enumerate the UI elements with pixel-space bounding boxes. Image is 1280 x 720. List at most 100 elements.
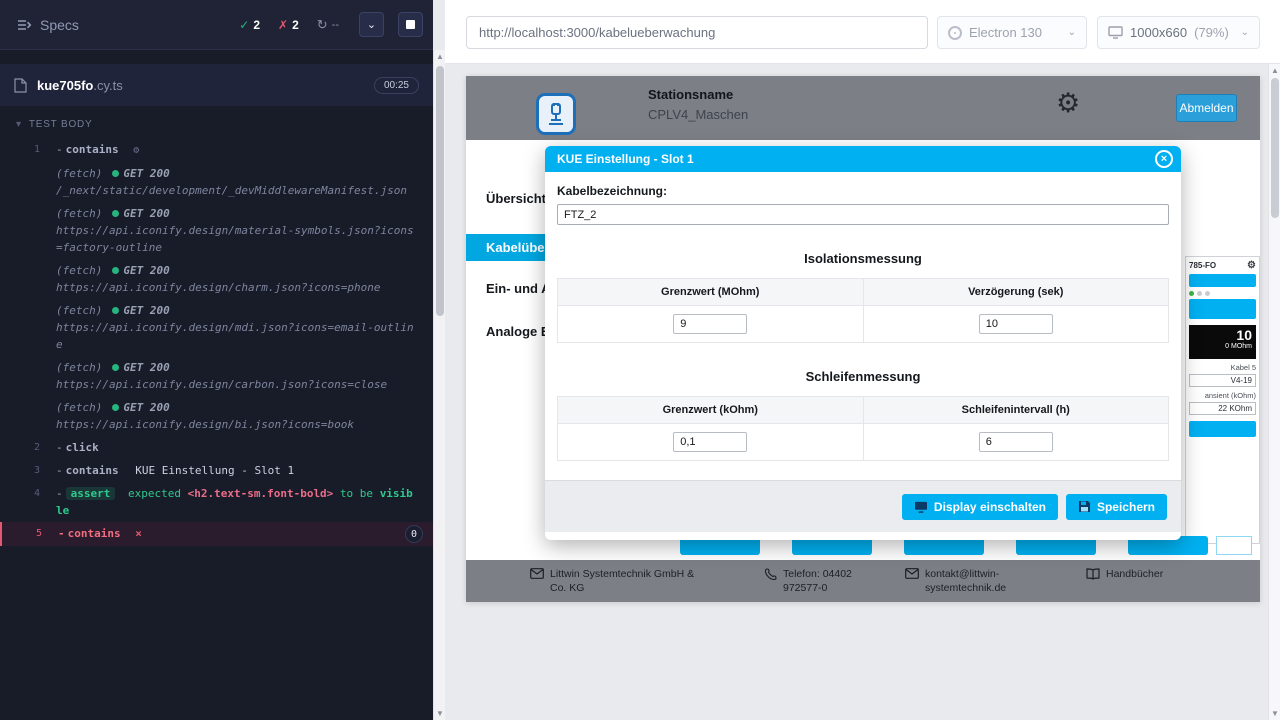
caret-down-icon: ▾	[16, 119, 22, 130]
browser-name: Electron 130	[969, 25, 1042, 40]
display-on-button[interactable]: Display einschalten	[902, 494, 1058, 520]
command-log: 1 -contains ⚙ (fetch)GET 200 /_next/stat…	[0, 138, 433, 546]
logout-button[interactable]: Abmelden	[1176, 94, 1237, 122]
assert-badge: assert	[66, 487, 116, 500]
display-icon	[914, 501, 928, 513]
footer-phone: Telefon: 04402 972577-0	[765, 567, 887, 595]
url-input[interactable]	[466, 16, 928, 49]
mail-icon	[905, 568, 919, 579]
grenzwert-kohm-input[interactable]	[673, 432, 747, 452]
specs-title: Specs	[40, 17, 79, 33]
viewport-size: 1000x660	[1130, 25, 1187, 40]
book-icon	[1086, 568, 1100, 580]
isolation-table: Grenzwert (MOhm) Verzögerung (sek)	[557, 278, 1169, 343]
stat-passed: ✓ 2	[233, 15, 266, 35]
reporter-scrollbar[interactable]: ▲ ▼	[433, 50, 445, 720]
browser-select[interactable]: Electron 130 ⌄	[937, 16, 1087, 49]
fetch-row[interactable]: (fetch)GET 200 https://api.iconify.desig…	[0, 356, 433, 396]
floppy-icon	[1078, 500, 1091, 513]
scroll-down-icon[interactable]: ▼	[1269, 709, 1280, 718]
verzoegerung-input[interactable]	[979, 314, 1053, 334]
fetch-row[interactable]: (fetch)GET 200 https://api.iconify.desig…	[0, 299, 433, 356]
command-row-contains-failed[interactable]: 5 -contains × 0	[0, 522, 433, 546]
stop-button[interactable]	[398, 12, 423, 37]
schleifen-table: Grenzwert (kOhm) Schleifenintervall (h)	[557, 396, 1169, 461]
command-row-click[interactable]: 2 -click	[0, 436, 433, 459]
scrollbar-thumb[interactable]	[1271, 78, 1279, 218]
footer-company: Littwin Systemtechnik GmbH & Co. KG	[530, 567, 705, 595]
success-dot-icon	[112, 267, 119, 274]
col-schleifenintervall: Schleifenintervall (h)	[863, 397, 1169, 424]
command-row-contains-2[interactable]: 3 -contains KUE Einstellung - Slot 1	[0, 459, 433, 482]
modal-header: KUE Einstellung - Slot 1 ×	[545, 146, 1181, 172]
reporter-header: Specs ✓ 2 ✗ 2 ↻ -- ⌄	[0, 0, 433, 50]
slot-bar	[1189, 299, 1256, 319]
spec-file-row[interactable]: kue705fo.cy.ts 00:25	[0, 64, 433, 106]
success-dot-icon	[112, 307, 119, 314]
test-body-label: TEST BODY	[29, 119, 93, 130]
cable-name-input[interactable]	[557, 204, 1169, 225]
retry-count-badge: 0	[405, 525, 423, 543]
chevron-down-icon: ⌄	[1241, 27, 1249, 38]
cypress-reporter: Specs ✓ 2 ✗ 2 ↻ -- ⌄	[0, 0, 433, 720]
stat-pending: ↻ --	[311, 14, 345, 36]
close-icon[interactable]: ×	[1155, 150, 1173, 168]
save-button[interactable]: Speichern	[1066, 494, 1167, 520]
monitor-icon	[1108, 26, 1123, 39]
success-dot-icon	[112, 170, 119, 177]
slot-gear-icon[interactable]: ⚙	[1247, 260, 1256, 271]
led-gray	[1205, 291, 1210, 296]
littwin-logo	[536, 93, 576, 135]
modal-body: Kabelbezeichnung: Isolationsmessung Gren…	[545, 172, 1181, 461]
nav-item-uebersicht[interactable]: Übersicht	[486, 191, 546, 206]
slot-title: 785-FO	[1189, 261, 1216, 270]
success-dot-icon	[112, 364, 119, 371]
spec-name: kue705fo.cy.ts	[37, 78, 123, 93]
grenzwert-mohm-input[interactable]	[673, 314, 747, 334]
assert-selector: <h2.text-sm.font-bold>	[188, 487, 334, 500]
slot-value-box: 22 KOhm	[1189, 402, 1256, 415]
station-name: CPLV4_Maschen	[648, 107, 748, 122]
screen: Specs ✓ 2 ✗ 2 ↻ -- ⌄	[0, 0, 1280, 720]
collapse-button[interactable]: ⌄	[359, 12, 384, 37]
test-stats: ✓ 2 ✗ 2 ↻ --	[233, 14, 345, 36]
schleifen-section-title: Schleifenmessung	[557, 369, 1169, 384]
scroll-up-icon[interactable]: ▲	[1269, 66, 1280, 75]
schleifenintervall-input[interactable]	[979, 432, 1053, 452]
fetch-row[interactable]: (fetch)GET 200 https://api.iconify.desig…	[0, 202, 433, 259]
fetch-row[interactable]: (fetch)GET 200 /_next/static/development…	[0, 162, 433, 202]
stop-icon	[406, 20, 415, 29]
isolation-section-title: Isolationsmessung	[557, 251, 1169, 266]
command-row-assert[interactable]: 4 -assert expected <h2.text-sm.font-bold…	[0, 482, 433, 522]
led-green	[1189, 291, 1194, 296]
command-row-contains-1[interactable]: 1 -contains ⚙	[0, 138, 433, 162]
check-icon: ✓	[239, 18, 249, 32]
modal-footer: Display einschalten Speichern	[545, 480, 1181, 532]
led-gray	[1197, 291, 1202, 296]
viewport-select[interactable]: 1000x660 (79%) ⌄	[1097, 16, 1260, 49]
app-footer: Littwin Systemtechnik GmbH & Co. KG Tele…	[466, 560, 1260, 602]
footer-manuals[interactable]: Handbücher	[1086, 567, 1163, 581]
app-header: Stationsname CPLV4_Maschen ⚙ Abmelden	[466, 76, 1260, 140]
mail-icon	[530, 568, 544, 579]
fail-x-icon: ×	[135, 527, 142, 540]
specs-menu-icon[interactable]	[16, 17, 32, 33]
chevron-down-icon: ⌄	[367, 18, 376, 31]
fetch-row[interactable]: (fetch)GET 200 https://api.iconify.desig…	[0, 259, 433, 299]
viewport-zoom: (79%)	[1194, 25, 1229, 40]
slot-status-leds	[1189, 291, 1256, 296]
settings-gear-icon[interactable]: ⚙	[1056, 90, 1080, 117]
test-body-toggle[interactable]: ▾ TEST BODY	[0, 106, 433, 138]
slot-value-box-partial	[1216, 536, 1252, 555]
slot-value-box: V4-19	[1189, 374, 1256, 387]
footer-email[interactable]: kontakt@littwin-systemtechnik.de	[905, 567, 1015, 595]
gear-icon: ⚙	[133, 145, 139, 156]
slot-button-partial[interactable]	[1189, 421, 1256, 437]
col-grenzwert-mohm: Grenzwert (MOhm)	[558, 279, 864, 306]
page-scrollbar[interactable]: ▲ ▼	[1268, 64, 1280, 720]
scrollbar-thumb[interactable]	[436, 66, 444, 316]
nav-item-analoge-eingaenge[interactable]: Analoge Ei	[486, 324, 553, 339]
chevron-down-icon: ⌄	[1068, 27, 1076, 38]
cross-icon: ✗	[278, 18, 288, 32]
fetch-row[interactable]: (fetch)GET 200 https://api.iconify.desig…	[0, 396, 433, 436]
